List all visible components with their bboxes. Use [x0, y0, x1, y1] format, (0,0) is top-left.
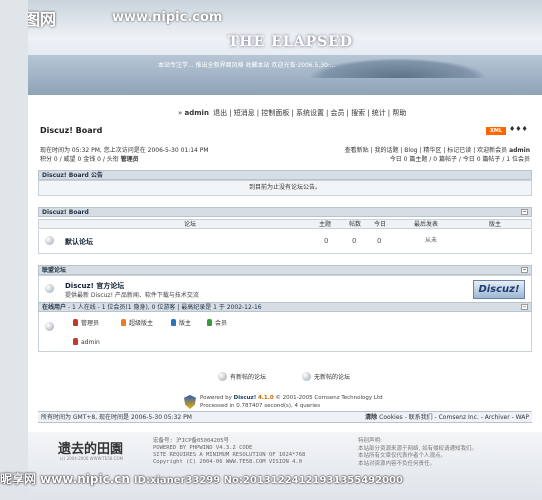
partners-header: 联盟论坛 −	[38, 265, 532, 275]
more-dots-icon[interactable]: ♦♦♦	[509, 125, 528, 133]
collapse-icon[interactable]: −	[521, 267, 528, 273]
forum-last-post: 从未	[425, 237, 438, 244]
announcement-body: 到目前为止没有论坛公告。	[38, 180, 532, 196]
bottom-disclaimer: 特别声明: 本站部分资源来源于网络, 如有侵权请通知我们。 本站所有文章仅代表作…	[358, 438, 477, 467]
nav-user-link[interactable]: » admin	[178, 109, 209, 117]
bottom-credits: 宏备号: 沪ICP备05004205号 POWERED BY PHPWIND V…	[153, 438, 306, 465]
left-gutter	[0, 0, 28, 500]
partner-status-icon	[45, 284, 54, 293]
discuz-shield-icon	[184, 395, 196, 409]
bottom-brand-sub: (c) 2004-2006 WWW.TE58.COM	[60, 456, 124, 461]
legend-super-moderator: 超级版主	[121, 318, 153, 327]
nav-help-link[interactable]: 帮助	[392, 109, 406, 117]
banner-scroll-text: 本站专注学... 推出全新界面风格 收藏本站 欢迎光临·2006.5.30·..…	[158, 62, 336, 69]
banner-title: THE ELAPSED	[228, 34, 354, 50]
watermark-site-url: www.nipic.com	[112, 10, 223, 25]
link-my-topics[interactable]: 我的话题	[374, 147, 398, 154]
user-info: 现在时间为 05:32 PM, 您上次访问是在 2006-5-30 01:14 …	[40, 146, 209, 164]
processed-time-text: Processed in 0.787407 second(s), 4 queri…	[200, 403, 321, 409]
nav-settings-link[interactable]: 系统设置	[296, 109, 324, 117]
forum-posts-count: 0	[352, 237, 357, 245]
legend-new-posts: 有新帖的论坛	[218, 372, 266, 381]
collapse-icon[interactable]: −	[521, 209, 528, 215]
forum-title[interactable]: Discuz! Board	[40, 126, 102, 135]
top-nav: » admin 退出 | 短消息 | 控制面板 | 系统设置 | 会员 | 搜索 | 统计 |…	[178, 109, 407, 117]
forum-topics-count: 0	[324, 237, 329, 245]
link-new-posts[interactable]: 查看新贴	[345, 147, 369, 154]
link-welcome-member: 欢迎新会员	[477, 147, 508, 154]
last-visit-text: 现在时间为 05:32 PM, 您上次访问是在 2006-5-30 01:14 …	[40, 147, 209, 154]
bottom-banner: 遗去的田園 (c) 2004-2006 WWW.TE58.COM 宏备号: 沪I…	[28, 432, 542, 500]
forum-today-count: 0	[377, 237, 382, 245]
col-topics: 主题	[319, 221, 332, 228]
watermark-site-name: 昵图网	[28, 10, 57, 29]
no-new-posts-icon	[302, 372, 311, 381]
newest-member-link[interactable]: admin	[509, 147, 530, 154]
quick-links: 查看新贴 | 我的话题 | Blog | 精华区 | 标记已读 | 欢迎新会员 …	[344, 147, 530, 163]
user-credits-text: 积分 0 / 威望 0 金钱 0 / 头衔 管理员	[40, 156, 139, 163]
banner-subtitle: (c) 2004-2006 WWW.TE58.COM	[248, 50, 327, 56]
online-header: 在线用户 - 1 人在线 - 1 位会员(1 隐身), 0 位游客 | 最高纪录…	[38, 302, 532, 312]
legend-admin: 管理员	[73, 318, 99, 327]
col-today: 今日	[374, 221, 387, 228]
new-posts-icon	[218, 372, 227, 381]
footer-time: 所有时间为 GMT+8, 现在时间是 2006-5-30 05:32 PM	[41, 414, 192, 421]
member-icon	[207, 319, 212, 326]
online-label: 在线用户	[42, 304, 67, 311]
partner-logo[interactable]: Discuz!	[473, 280, 525, 299]
online-summary: - 1 人在线 - 1 位会员(1 隐身), 0 位游客 | 最高纪录是 1 于…	[66, 304, 262, 311]
forum-status-icon	[45, 236, 54, 245]
discuz-link[interactable]: Discuz!	[234, 395, 257, 401]
legend-member: 会员	[207, 318, 227, 327]
powered-by: Powered by Discuz! 4.1.0 © 2001-2005 Com…	[184, 394, 383, 410]
footer-bar: 所有时间为 GMT+8, 现在时间是 2006-5-30 05:32 PM 清除…	[38, 411, 532, 423]
header-banner: 昵图网 www.nipic.com THE ELAPSED (c) 2004-2…	[28, 0, 542, 95]
moderator-icon	[171, 319, 176, 326]
legend-moderator: 版主	[171, 318, 191, 327]
nav-members-link[interactable]: 会员	[331, 109, 345, 117]
forum-name-link[interactable]: 默认论坛	[65, 237, 93, 247]
collapse-icon[interactable]: −	[521, 304, 528, 310]
nav-stats-link[interactable]: 统计	[372, 109, 386, 117]
partner-description: 提供最新 Discuz! 产品新闻、软件下载与技术交流	[65, 292, 199, 299]
announcement-header: Discuz! Board 公告	[38, 170, 532, 180]
online-users-box: 管理员 超级版主 版主 会员 admin	[38, 312, 532, 352]
link-mark-read[interactable]: 标记已读	[447, 147, 471, 154]
col-moderator: 版主	[489, 221, 502, 228]
nav-logout-link[interactable]: 退出	[213, 109, 227, 117]
legend-no-new-posts: 无新帖的论坛	[302, 372, 350, 381]
online-user-admin[interactable]: admin	[73, 338, 100, 346]
link-digest[interactable]: 精华区	[423, 147, 441, 154]
board-column-headers: 论坛 主题 帖数 今日 最后发表 版主	[38, 219, 532, 229]
nav-messages-link[interactable]: 短消息	[234, 109, 255, 117]
online-status-icon	[45, 322, 54, 331]
footer-links[interactable]: 清除 Cookies - 联系我们 - Comsenz Inc. - Archi…	[365, 412, 529, 423]
watermark-bottom: 昵享网 www.nipic.cn ID:xianer33299 No:201312…	[0, 472, 403, 486]
col-last-post: 最后发表	[414, 221, 439, 228]
forum-page: 昵图网 www.nipic.com THE ELAPSED (c) 2004-2…	[28, 0, 542, 500]
admin-icon	[73, 319, 78, 326]
partner-forum-row[interactable]: Discuz! 官方论坛 提供最新 Discuz! 产品新闻、软件下载与技术交流…	[38, 275, 532, 303]
super-moderator-icon	[121, 319, 126, 326]
link-blog[interactable]: Blog	[404, 147, 417, 154]
col-forum: 论坛	[184, 221, 197, 228]
admin-icon	[73, 338, 78, 345]
board-header: Discuz! Board −	[38, 207, 532, 217]
forum-row[interactable]: 默认论坛 0 0 0 从未	[38, 230, 532, 254]
bottom-brand: 遗去的田園	[58, 442, 124, 457]
nav-control-panel-link[interactable]: 控制面板	[261, 109, 289, 117]
nav-search-link[interactable]: 搜索	[351, 109, 365, 117]
col-posts: 帖数	[349, 221, 362, 228]
xml-feed-badge[interactable]: XML	[486, 127, 506, 135]
today-stats-text: 今日 0 篇主题 / 0 篇帖子 / 今日 0 篇帖子 / 1 位会员	[389, 156, 530, 163]
